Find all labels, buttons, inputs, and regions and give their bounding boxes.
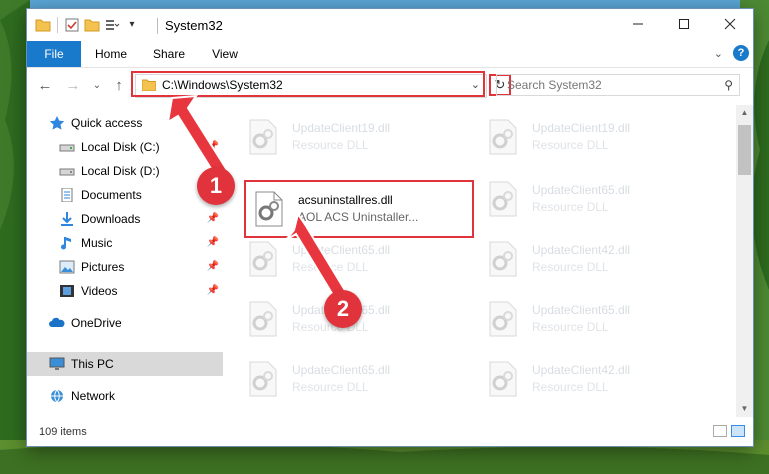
- step-badge-1: 1: [197, 167, 235, 205]
- step-badge-2: 2: [324, 290, 362, 328]
- annotation-arrows: [166, 94, 348, 302]
- arrow-to-file: [285, 211, 348, 302]
